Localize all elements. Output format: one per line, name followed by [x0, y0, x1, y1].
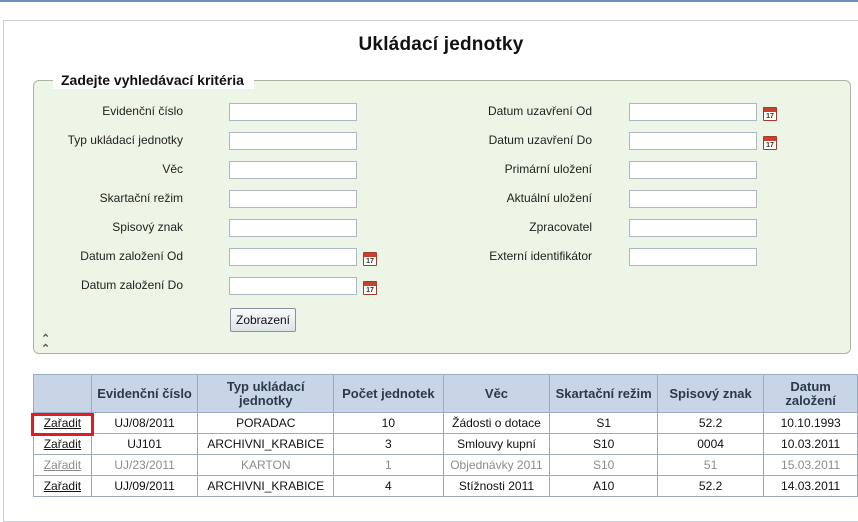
spisovy-znak-input[interactable]: [229, 219, 357, 237]
cell-datum: 10.10.1993: [763, 412, 858, 434]
zaradit-link[interactable]: Zařadit: [33, 454, 92, 476]
cell-pocet: 4: [333, 475, 444, 497]
column-header-vec[interactable]: Věc: [442, 374, 551, 413]
page-title: Ukládací jednotky: [358, 34, 524, 55]
vec-input[interactable]: [229, 161, 357, 179]
label-externi-identifikator: Externí identifikátor: [489, 249, 592, 263]
zaradit-link[interactable]: Zařadit: [33, 412, 92, 434]
typ-ukladaci-jednotky-input[interactable]: [229, 132, 357, 150]
cell-vec: Žádosti o dotace: [442, 412, 551, 434]
cell-spisovy-znak: 52.2: [656, 475, 765, 497]
label-evidencni-cislo: Evidenční číslo: [102, 104, 183, 118]
calendar-icon[interactable]: 17: [363, 281, 377, 295]
results-table: Evidenční číslo Typ ukládací jednotky Po…: [33, 374, 858, 497]
table-row: Zařadit UJ/23/2011 KARTON 1 Objednávky 2…: [33, 454, 858, 476]
label-aktualni-ulozeni: Aktuální uložení: [506, 191, 592, 205]
externi-identifikator-input[interactable]: [629, 248, 757, 266]
cell-evidencni-cislo: UJ/09/2011: [90, 475, 199, 497]
table-row: Zařadit UJ101 ARCHIVNI_KRABICE 3 Smlouvy…: [33, 433, 858, 455]
cell-rezim: S10: [549, 433, 658, 455]
cell-evidencni-cislo: UJ/08/2011: [90, 412, 199, 434]
cell-datum: 14.03.2011: [763, 475, 858, 497]
cell-typ: ARCHIVNI_KRABICE: [197, 475, 335, 497]
label-datum-zalozeni-od: Datum založení Od: [80, 249, 183, 263]
column-header-rezim[interactable]: Skartační režim: [549, 374, 658, 413]
cell-datum: 10.03.2011: [763, 433, 858, 455]
double-chevron-up-icon[interactable]: ⌃ ⌃: [41, 334, 50, 355]
label-vec: Věc: [162, 162, 183, 176]
label-datum-uzavreni-od: Datum uzavření Od: [487, 104, 592, 118]
skartacni-rezim-input[interactable]: [229, 190, 357, 208]
calendar-icon[interactable]: 17: [763, 136, 777, 150]
cell-vec: Objednávky 2011: [442, 454, 551, 476]
label-datum-uzavreni-do: Datum uzavření Do: [488, 133, 592, 147]
calendar-icon[interactable]: 17: [363, 252, 377, 266]
evidencni-cislo-input[interactable]: [229, 103, 357, 121]
aktualni-ulozeni-input[interactable]: [629, 190, 757, 208]
cell-evidencni-cislo: UJ/23/2011: [90, 454, 199, 476]
column-header-pocet[interactable]: Počet jednotek: [333, 374, 444, 413]
search-criteria-panel: [33, 80, 851, 354]
cell-spisovy-znak: 51: [656, 454, 765, 476]
label-spisovy-znak: Spisový znak: [112, 220, 183, 234]
table-row: Zařadit UJ/09/2011 ARCHIVNI_KRABICE 4 St…: [33, 475, 858, 497]
cell-typ: ARCHIVNI_KRABICE: [197, 433, 335, 455]
zpracovatel-input[interactable]: [629, 219, 757, 237]
label-skartacni-rezim: Skartační režim: [99, 191, 183, 205]
cell-evidencni-cislo: UJ101: [90, 433, 199, 455]
datum-uzavreni-od-input[interactable]: [629, 103, 757, 121]
cell-rezim: S1: [549, 412, 658, 434]
cell-typ: KARTON: [197, 454, 335, 476]
top-border: [0, 0, 858, 2]
label-datum-zalozeni-do: Datum založení Do: [80, 278, 183, 292]
label-zpracovatel: Zpracovatel: [529, 220, 592, 234]
search-criteria-legend: Zadejte vyhledávací kritéria: [53, 71, 254, 89]
cell-pocet: 3: [333, 433, 444, 455]
cell-spisovy-znak: 52.2: [656, 412, 765, 434]
datum-uzavreni-do-input[interactable]: [629, 132, 757, 150]
cell-rezim: A10: [549, 475, 658, 497]
label-primarni-ulozeni: Primární uložení: [504, 162, 592, 176]
table-header-row: Evidenční číslo Typ ukládací jednotky Po…: [33, 374, 858, 413]
cell-rezim: S10: [549, 454, 658, 476]
column-header-datum[interactable]: Datum založení: [763, 374, 858, 413]
column-header-spisovy-znak[interactable]: Spisový znak: [656, 374, 765, 413]
cell-datum: 15.03.2011: [763, 454, 858, 476]
column-header-typ[interactable]: Typ ukládací jednotky: [197, 374, 335, 413]
cell-spisovy-znak: 0004: [656, 433, 765, 455]
datum-zalozeni-do-input[interactable]: [229, 277, 357, 295]
datum-zalozeni-od-input[interactable]: [229, 248, 357, 266]
cell-vec: Stížnosti 2011: [442, 475, 551, 497]
column-header-action: [33, 374, 92, 413]
cell-pocet: 10: [333, 412, 444, 434]
cell-pocet: 1: [333, 454, 444, 476]
calendar-icon[interactable]: 17: [763, 107, 777, 121]
table-row: Zařadit UJ/08/2011 PORADAC 10 Žádosti o …: [33, 412, 858, 434]
cell-typ: PORADAC: [197, 412, 335, 434]
zaradit-link[interactable]: Zařadit: [33, 475, 92, 497]
primarni-ulozeni-input[interactable]: [629, 161, 757, 179]
cell-vec: Smlouvy kupní: [442, 433, 551, 455]
zaradit-link[interactable]: Zařadit: [33, 433, 92, 455]
zobrazeni-button[interactable]: Zobrazení: [230, 308, 296, 332]
label-typ-ukladaci-jednotky: Typ ukládací jednotky: [67, 133, 183, 147]
column-header-evidencni-cislo[interactable]: Evidenční číslo: [90, 374, 199, 413]
